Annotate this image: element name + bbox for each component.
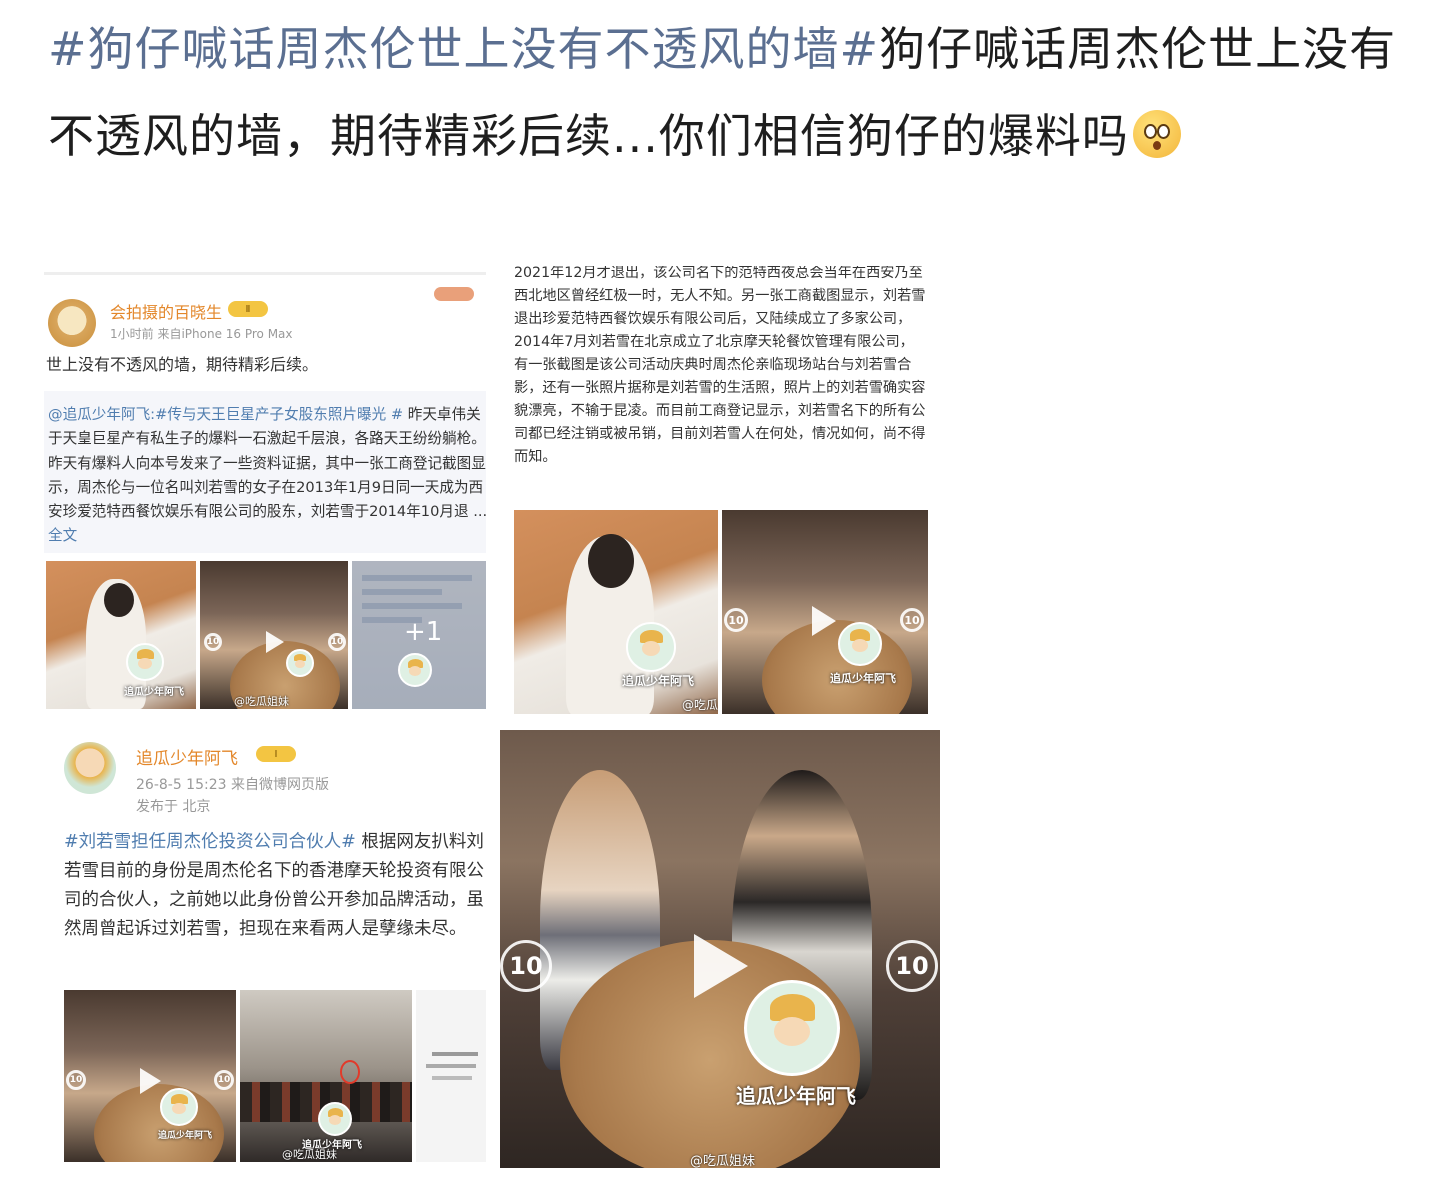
- more-count: +1: [404, 617, 443, 647]
- repost-hashtag-link[interactable]: :#传与天王巨星产子女股东照片曝光 #: [150, 406, 403, 423]
- mascot-icon: [838, 622, 882, 666]
- screenshot-card-1[interactable]: 会拍摄的百晓生 Ⅱ 1小时前 来自iPhone 16 Pro Max 世上没有不…: [44, 272, 486, 710]
- mascot-icon: [286, 649, 314, 677]
- video-watermark: @吃瓜姐妹: [234, 695, 289, 708]
- post-meta: 26-8-5 15:23 来自微博网页版: [136, 777, 329, 793]
- rewind-10-icon[interactable]: 10: [724, 608, 748, 632]
- screenshot-card-3[interactable]: 追瓜少年阿飞 Ⅰ 26-8-5 15:23 来自微博网页版 发布于 北京 #刘若…: [44, 728, 486, 1164]
- mascot-label: 追瓜少年阿飞: [124, 687, 184, 698]
- watermark-left: @吃瓜姐妹: [682, 698, 718, 712]
- hair-shape: [104, 583, 134, 617]
- mascot-icon: [398, 653, 432, 687]
- screenshot-card-2[interactable]: 2021年12月才退出，该公司名下的范特西夜总会当年在西安乃至西北地区曾经红极一…: [512, 266, 928, 716]
- mascot-label: 追瓜少年阿飞: [830, 672, 896, 685]
- highlight-circle: [340, 1060, 360, 1084]
- rewind-10-icon[interactable]: 10: [66, 1070, 86, 1090]
- post-text: 世上没有不透风的墙，期待精彩后续。: [46, 355, 319, 374]
- disc-shape: [94, 1084, 224, 1162]
- mascot-label: 追瓜少年阿飞: [736, 1084, 856, 1108]
- video-still[interactable]: 10 10 追瓜少年阿飞: [722, 510, 928, 714]
- repost-mention-link[interactable]: @追瓜少年阿飞: [48, 406, 150, 423]
- thumbnail-video[interactable]: 10 10 追瓜少年阿飞: [64, 990, 236, 1162]
- doc-line: [426, 1064, 476, 1068]
- mascot-label: 追瓜少年阿飞: [622, 674, 695, 688]
- mascot-label: 追瓜少年阿飞: [158, 1131, 213, 1141]
- article-text: 2021年12月才退出，该公司名下的范特西夜总会当年在西安乃至西北地区曾经红极一…: [514, 266, 926, 465]
- post-meta: 1小时前 来自iPhone 16 Pro Max: [110, 327, 293, 341]
- username[interactable]: 追瓜少年阿飞: [136, 744, 238, 769]
- watermark: @吃瓜姐妹: [690, 1154, 756, 1168]
- thumbnail-photo-1[interactable]: 追瓜少年阿飞: [46, 561, 196, 709]
- play-icon[interactable]: [812, 606, 836, 636]
- forward-10-icon[interactable]: 10: [328, 633, 346, 651]
- doc-line: [432, 1076, 472, 1080]
- fan-badge-icon: [434, 287, 474, 301]
- doc-line: [432, 1052, 478, 1056]
- thumbnail-video[interactable]: 10 10 @吃瓜姐妹: [200, 561, 348, 709]
- play-icon[interactable]: [694, 934, 748, 998]
- vip-badge-icon: Ⅱ: [228, 301, 268, 317]
- forward-10-icon[interactable]: 10: [214, 1070, 234, 1090]
- photo-woman[interactable]: 追瓜少年阿飞 @吃瓜姐妹: [514, 510, 718, 714]
- forward-10-icon[interactable]: 10: [886, 940, 938, 992]
- post-text: #狗仔喊话周杰伦世上没有不透风的墙#狗仔喊话周杰伦世上没有不透风的墙，期待精彩后…: [48, 6, 1398, 180]
- forward-10-icon[interactable]: 10: [900, 608, 924, 632]
- post-hashtag-link[interactable]: #刘若雪担任周杰伦投资公司合伙人#: [64, 832, 356, 852]
- disc-shape: [762, 620, 912, 714]
- video-still-large[interactable]: 10 10 追瓜少年阿飞 @吃瓜姐妹: [500, 730, 940, 1168]
- mascot-icon: [626, 622, 676, 672]
- watermark: @吃瓜姐妹: [282, 1148, 337, 1161]
- user-avatar[interactable]: [64, 742, 116, 794]
- repost-text: @追瓜少年阿飞:#传与天王巨星产子女股东照片曝光 # 昨天卓伟关于天皇巨星产有私…: [48, 403, 486, 549]
- repost-body: 昨天卓伟关于天皇巨星产有私生子的爆料一石激起千层浪，各路天王纷纷躺枪。昨天有爆料…: [48, 406, 486, 521]
- post-hashtag-link[interactable]: #狗仔喊话周杰伦世上没有不透风的墙#: [48, 22, 879, 76]
- post-text: #刘若雪担任周杰伦投资公司合伙人# 根据网友扒料刘若雪目前的身份是周杰伦名下的香…: [64, 828, 486, 944]
- vip-badge-icon: Ⅰ: [256, 746, 296, 762]
- username[interactable]: 会拍摄的百晓生: [110, 299, 222, 323]
- rewind-10-icon[interactable]: 10: [500, 940, 552, 992]
- play-icon[interactable]: [140, 1068, 161, 1094]
- post-location: 发布于 北京: [136, 799, 211, 815]
- mascot-icon: [126, 643, 164, 681]
- thumbnail-event-photo[interactable]: 追瓜少年阿飞 @吃瓜姐妹: [240, 990, 412, 1162]
- flushed-face-emoji-icon: [1132, 110, 1181, 158]
- mascot-icon: [160, 1088, 198, 1126]
- hair-shape: [588, 534, 634, 588]
- mascot-icon: [318, 1102, 352, 1136]
- repost-box[interactable]: @追瓜少年阿飞:#传与天王巨星产子女股东照片曝光 # 昨天卓伟关于天皇巨星产有私…: [44, 391, 486, 553]
- thumbnail-document[interactable]: [416, 990, 486, 1162]
- rewind-10-icon[interactable]: 10: [204, 633, 222, 651]
- play-icon[interactable]: [266, 631, 284, 653]
- user-avatar[interactable]: [48, 299, 96, 347]
- thumbnail-document[interactable]: +1: [352, 561, 486, 709]
- mascot-icon: [744, 980, 840, 1076]
- full-text-link[interactable]: 全文: [48, 527, 77, 544]
